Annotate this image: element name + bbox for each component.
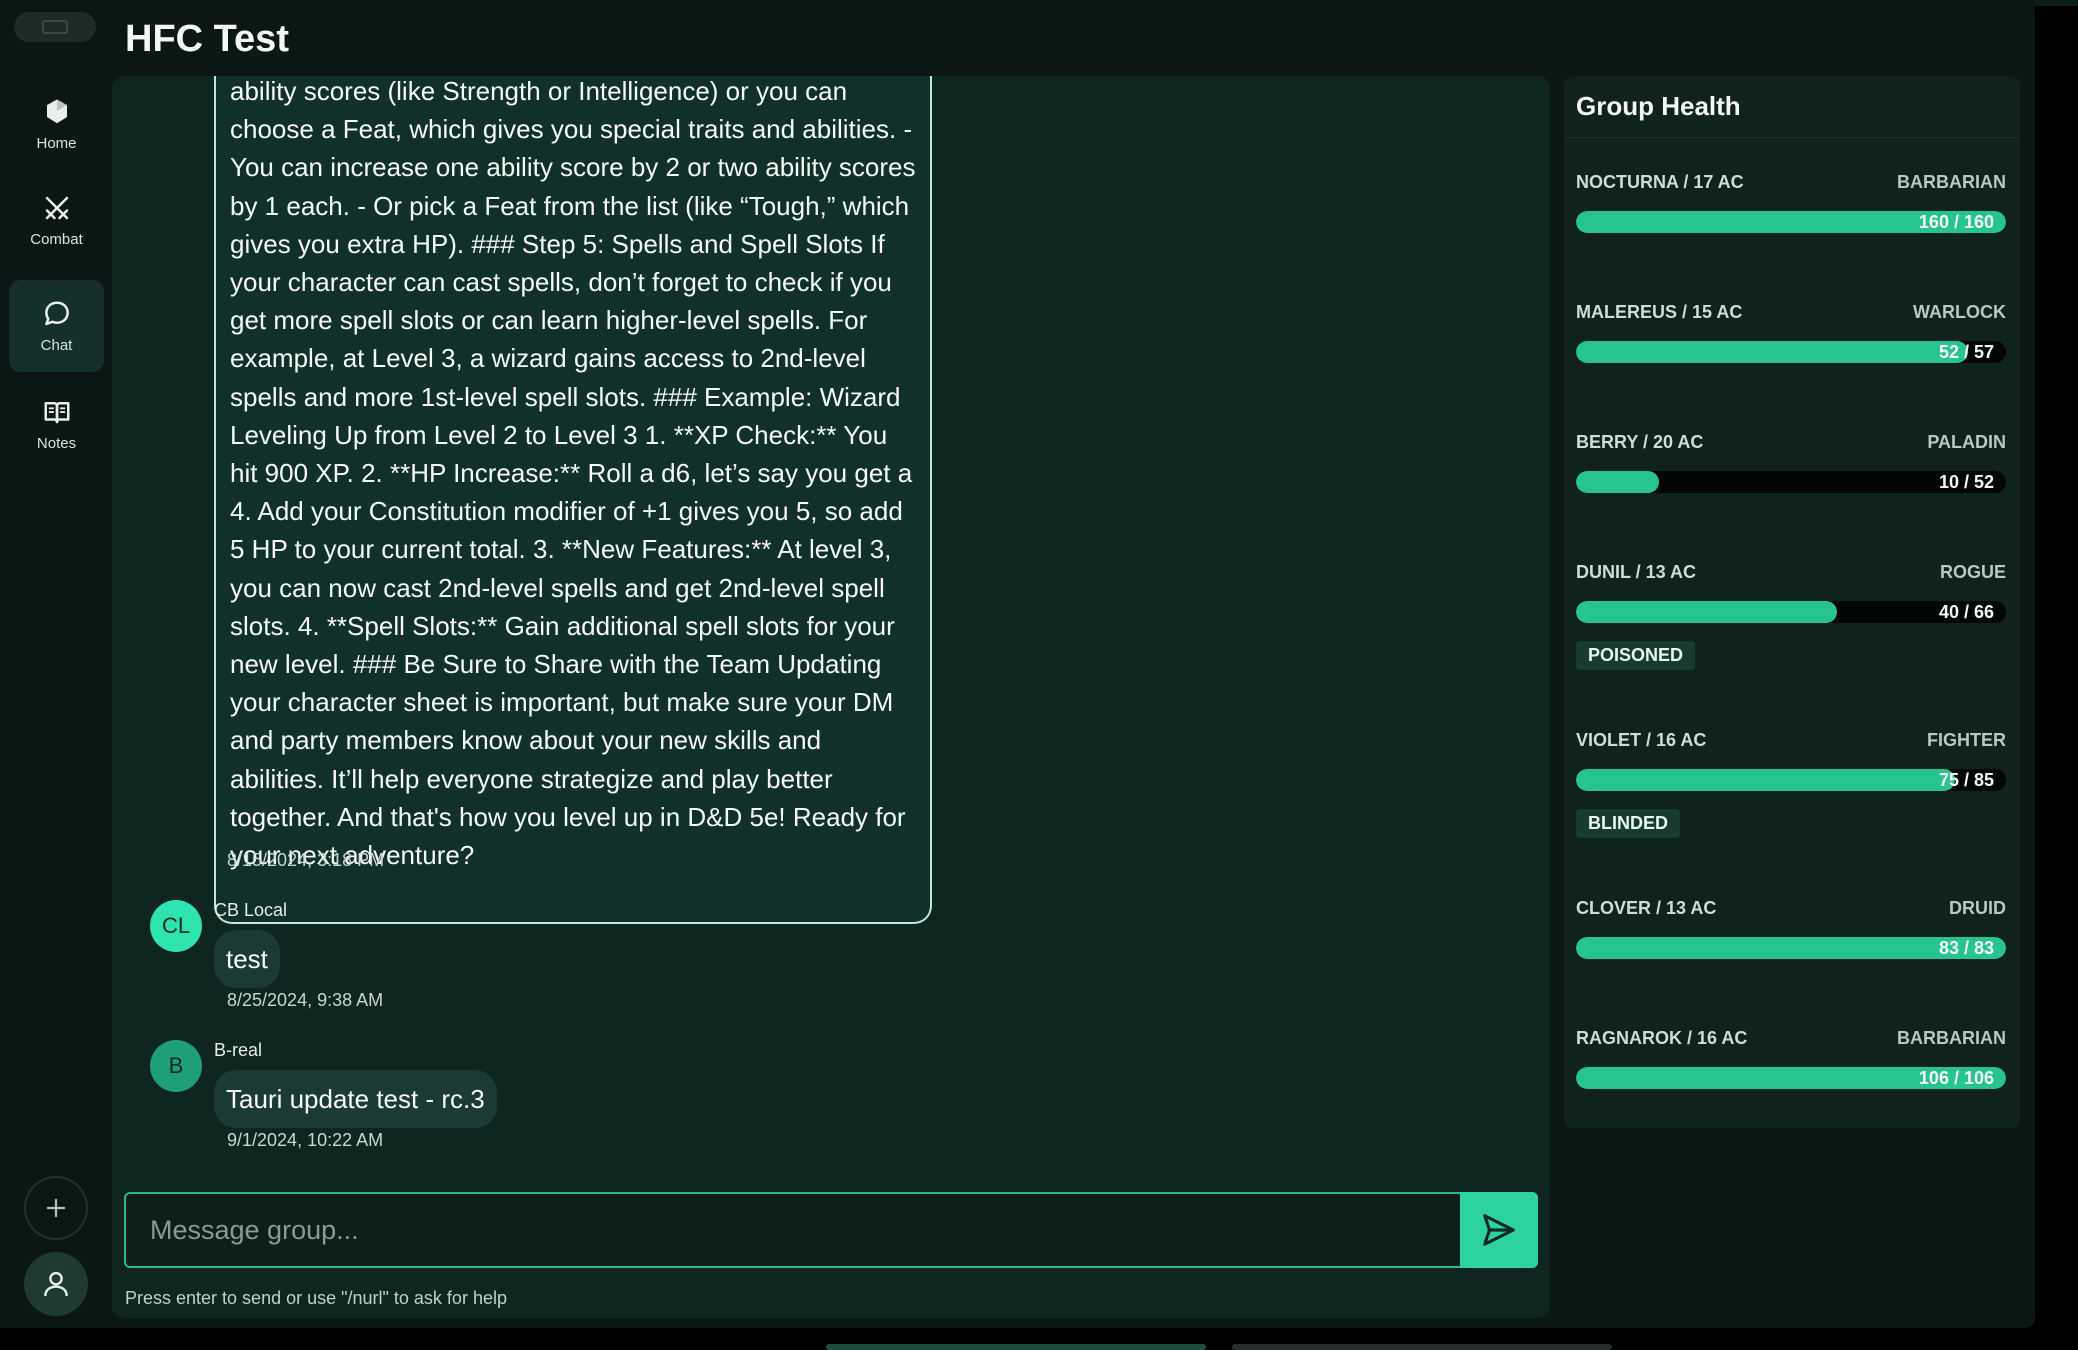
send-button[interactable] [1460,1192,1538,1268]
member-name: VIOLET / 16 AC [1576,730,1707,750]
window-toggle-button[interactable] [14,12,96,42]
member-name: RAGNAROK / 16 AC [1576,1028,1748,1048]
hp-bar-fill [1576,601,1837,623]
member-class: BARBARIAN [1897,172,2006,192]
hp-value: 10 / 52 [1938,472,1994,492]
message-bubble: Tauri update test - rc.3 [214,1070,497,1128]
hp-value: 52 / 57 [1938,342,1994,362]
hp-value: 160 / 160 [1918,212,1994,232]
hp-bar: 160 / 160 [1576,211,2006,233]
member-name: BERRY / 20 AC [1576,432,1704,452]
avatar[interactable]: CL [150,900,202,952]
member-name: MALEREUS / 15 AC [1576,302,1743,322]
hp-bar: 83 / 83 [1576,937,2006,959]
sidebar-item-chat[interactable]: Chat [9,280,104,372]
group-health-panel: Group Health NOCTURNA / 17 AC BARBARIAN 1… [1564,76,2020,1128]
hp-bar-fill [1576,471,1659,493]
message-bubble: ability scores (like Strength or Intelli… [214,76,932,924]
party-member[interactable]: BERRY / 20 AC PALADIN 10 / 52 [1576,432,2006,493]
member-class: BARBARIAN [1897,1028,2006,1048]
message-text: test [226,943,268,974]
window-icon [42,20,68,34]
group-health-title: Group Health [1564,76,2020,138]
party-member[interactable]: RAGNAROK / 16 AC BARBARIAN 106 / 106 [1576,1028,2006,1089]
hp-value: 83 / 83 [1938,938,1994,958]
message-bubble: test [214,930,280,988]
party-member[interactable]: VIOLET / 16 AC FIGHTER 75 / 85 BLINDED [1576,730,2006,838]
member-class: WARLOCK [1913,302,2006,322]
home-icon [46,99,67,123]
page-title: HFC Test [125,18,289,60]
sidebar-item-label: Chat [40,336,73,354]
hp-bar: 40 / 66 [1576,601,2006,623]
chat-icon [44,301,69,325]
party-member[interactable]: NOCTURNA / 17 AC BARBARIAN 160 / 160 [1576,172,2006,233]
party-member[interactable]: DUNIL / 13 AC ROGUE 40 / 66 POISONED [1576,562,2006,670]
message-timestamp: 8/15/2024, 3:18 PM [227,850,385,870]
send-icon [1483,1214,1515,1246]
message-text: ability scores (like Strength or Intelli… [230,76,916,871]
user-profile-button[interactable] [24,1252,88,1316]
member-name: DUNIL / 13 AC [1576,562,1697,582]
taskbar-item[interactable] [826,1344,1206,1350]
party-member[interactable]: CLOVER / 13 AC DRUID 83 / 83 [1576,898,2006,959]
message-author: CB Local [214,900,288,920]
message-author: B-real [214,1040,263,1060]
member-name: NOCTURNA / 17 AC [1576,172,1744,192]
composer-hint: Press enter to send or use "/nurl" to as… [125,1288,507,1308]
sidebar-item-combat[interactable]: Combat [9,174,104,266]
message-timestamp: 8/25/2024, 9:38 AM [227,990,384,1010]
member-class: PALADIN [1927,432,2006,452]
combat-icon [45,196,68,219]
hp-bar: 52 / 57 [1576,341,2006,363]
message-input[interactable] [150,1206,1450,1254]
status-badge: BLINDED [1576,809,1680,838]
hp-value: 75 / 85 [1938,770,1994,790]
app-window: Home Combat Chat Notes HFC Test ability … [0,0,2035,1328]
sidebar-item-label: Combat [30,230,83,248]
notes-icon [44,401,69,423]
hp-bar: 10 / 52 [1576,471,2006,493]
hp-bar: 75 / 85 [1576,769,2006,791]
message-composer [124,1192,1538,1268]
member-class: ROGUE [1939,562,2006,582]
member-class: FIGHTER [1927,730,2006,750]
hp-bar-fill [1576,769,1956,791]
hp-bar: 106 / 106 [1576,1067,2006,1089]
message-text: Tauri update test - rc.3 [226,1083,485,1114]
avatar[interactable]: B [150,1040,202,1092]
taskbar-item[interactable] [1232,1344,1612,1350]
sidebar-item-home[interactable]: Home [9,78,104,170]
sidebar: Home Combat Chat Notes [0,0,112,1328]
plus-icon [46,1198,66,1218]
sidebar-item-notes[interactable]: Notes [9,378,104,470]
user-icon [44,1271,68,1297]
hp-bar-fill [1576,341,1969,363]
hp-value: 40 / 66 [1938,602,1994,622]
party-member[interactable]: MALEREUS / 15 AC WARLOCK 52 / 57 [1576,302,2006,363]
sidebar-item-label: Notes [36,434,77,452]
add-button[interactable] [24,1176,88,1240]
hp-value: 106 / 106 [1918,1068,1994,1088]
status-badge: POISONED [1576,641,1696,670]
member-class: DRUID [1949,898,2006,918]
chat-panel: ability scores (like Strength or Intelli… [112,76,1550,1318]
message-timestamp: 9/1/2024, 10:22 AM [227,1130,384,1150]
sidebar-item-label: Home [36,134,77,152]
member-name: CLOVER / 13 AC [1576,898,1717,918]
